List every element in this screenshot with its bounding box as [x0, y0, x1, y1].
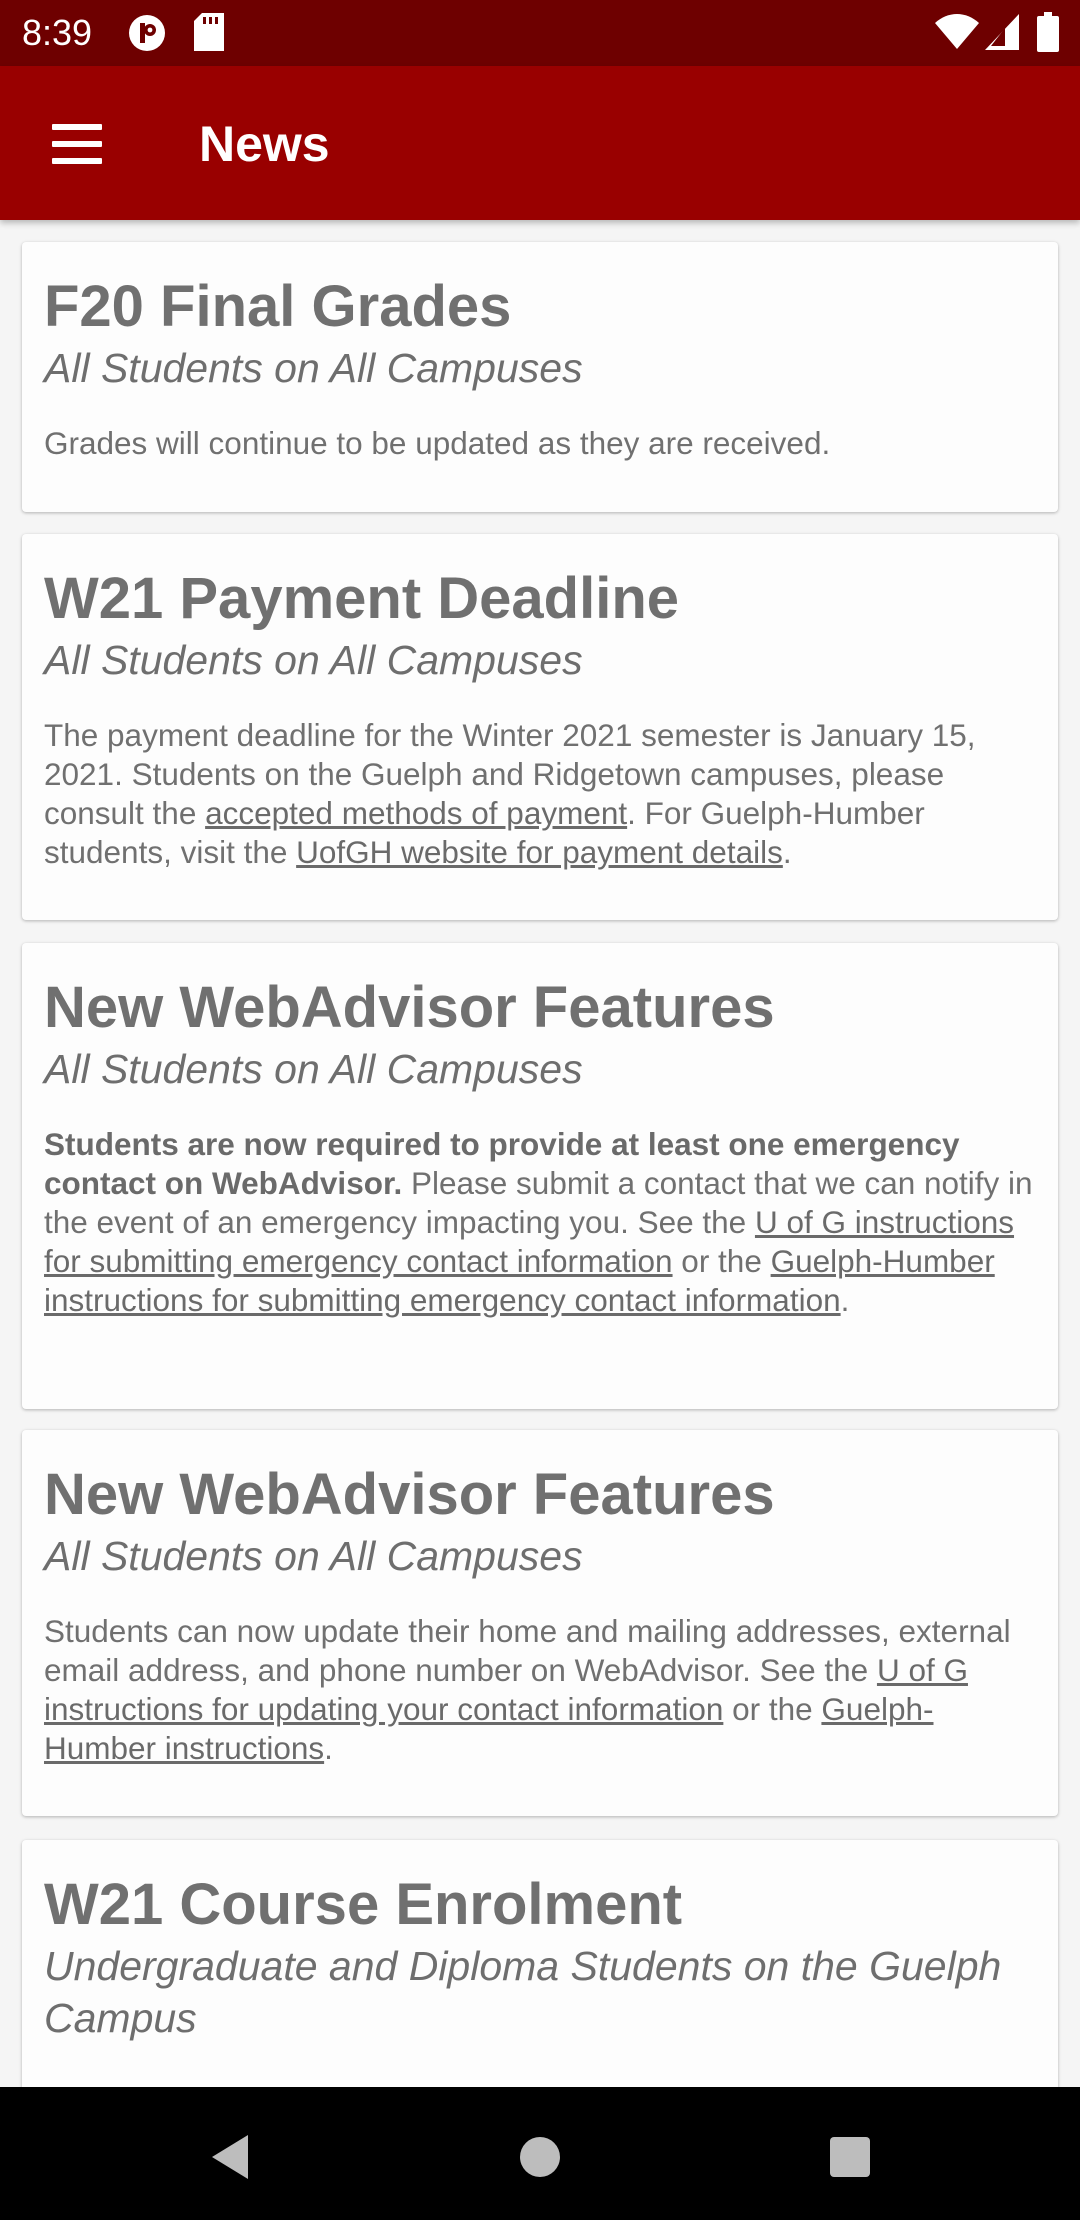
news-body: Students can now update their home and m… [44, 1613, 1011, 1766]
news-list[interactable]: F20 Final Grades All Students on All Cam… [0, 220, 1080, 2087]
news-title: New WebAdvisor Features [44, 975, 775, 1040]
news-title: New WebAdvisor Features [44, 1462, 775, 1527]
news-title: F20 Final Grades [44, 274, 512, 339]
back-icon[interactable] [190, 2117, 270, 2197]
news-card[interactable]: F20 Final Grades All Students on All Cam… [22, 242, 1058, 512]
notification-icon [128, 14, 166, 57]
news-audience: All Students on All Campuses [44, 1533, 583, 1579]
hamburger-menu-icon[interactable] [36, 114, 116, 174]
recents-icon[interactable] [810, 2117, 890, 2197]
page-title: News [199, 116, 330, 172]
uofgh-payment-link[interactable]: UofGH website for payment details [296, 834, 783, 870]
news-audience: All Students on All Campuses [44, 637, 583, 683]
signal-icon [985, 14, 1019, 55]
news-audience: All Students on All Campuses [44, 345, 583, 391]
news-card[interactable]: New WebAdvisor Features All Students on … [22, 1430, 1058, 1816]
home-icon[interactable] [500, 2117, 580, 2197]
news-body: Grades will continue to be updated as th… [44, 425, 831, 461]
news-audience: Undergraduate and Diploma Students on th… [44, 1943, 1002, 2041]
battery-icon [1037, 12, 1059, 57]
news-card[interactable]: W21 Payment Deadline All Students on All… [22, 534, 1058, 920]
news-card[interactable]: New WebAdvisor Features All Students on … [22, 943, 1058, 1409]
news-audience: All Students on All Campuses [44, 1046, 583, 1092]
news-body: The payment deadline for the Winter 2021… [44, 717, 976, 870]
news-title: W21 Course Enrolment [44, 1872, 683, 1937]
news-title: W21 Payment Deadline [44, 566, 679, 631]
sd-card-icon [194, 13, 224, 56]
wifi-icon [935, 14, 979, 55]
status-bar: 8:39 [0, 0, 1080, 66]
app-bar: News [0, 66, 1080, 220]
payment-methods-link[interactable]: accepted methods of payment [205, 795, 627, 831]
status-time: 8:39 [22, 12, 93, 53]
navigation-bar [0, 2087, 1080, 2220]
news-body: Students are now required to provide at … [44, 1126, 1033, 1318]
news-card[interactable]: W21 Course Enrolment Undergraduate and D… [22, 1840, 1058, 2087]
